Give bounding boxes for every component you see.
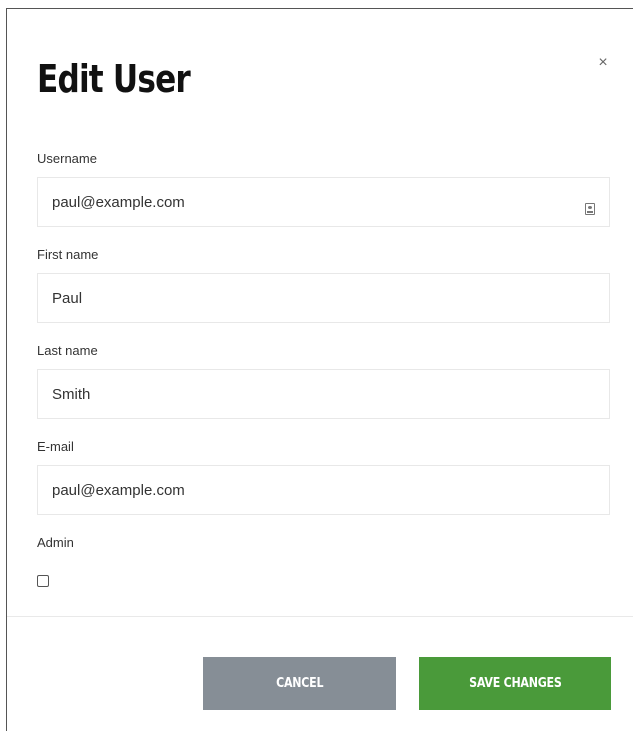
close-icon[interactable]: × — [593, 53, 613, 73]
save-changes-button-label: SAVE CHANGES — [468, 676, 562, 691]
cancel-button-label: CANCEL — [275, 676, 324, 691]
email-label: E-mail — [37, 439, 74, 454]
email-input[interactable] — [37, 465, 610, 515]
save-changes-button[interactable]: SAVE CHANGES — [419, 657, 611, 710]
last-name-label: Last name — [37, 343, 98, 358]
footer-divider — [7, 616, 633, 617]
username-input[interactable] — [37, 177, 610, 227]
edit-user-modal: Edit User × Username First name Last nam… — [6, 8, 633, 731]
cancel-button[interactable]: CANCEL — [203, 657, 396, 710]
first-name-label: First name — [37, 247, 99, 262]
modal-title: Edit User — [37, 57, 191, 101]
contact-card-icon[interactable] — [585, 203, 595, 215]
username-label: Username — [37, 151, 97, 166]
admin-label: Admin — [37, 535, 74, 550]
last-name-input[interactable] — [37, 369, 610, 419]
first-name-input[interactable] — [37, 273, 610, 323]
admin-checkbox[interactable] — [37, 575, 49, 587]
